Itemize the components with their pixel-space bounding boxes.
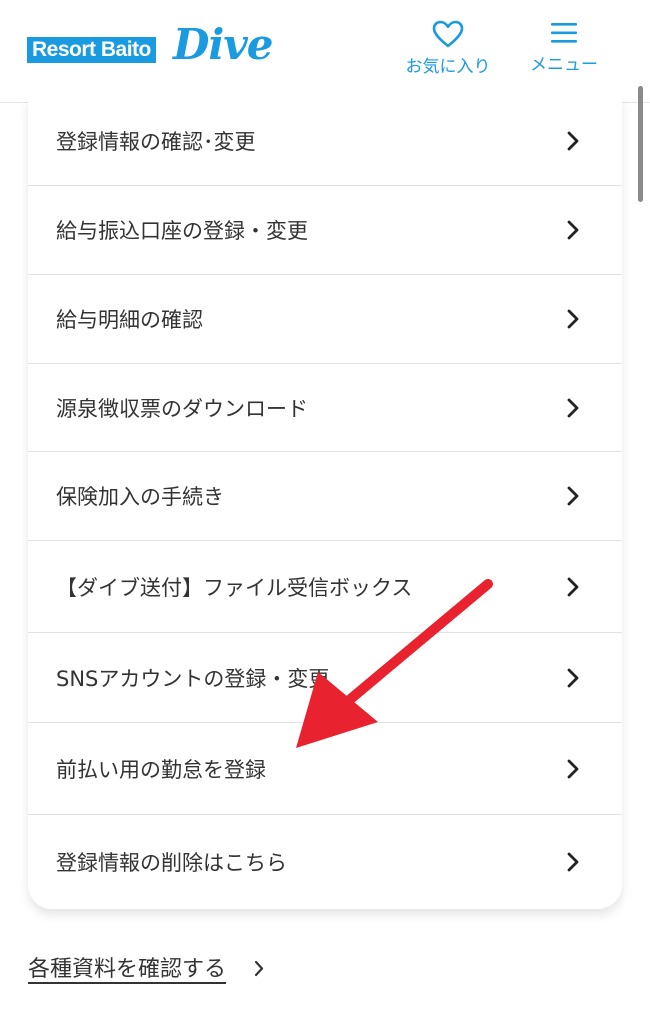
account-menu-card: 登録情報の確認･変更 給与振込口座の登録・変更 給与明細の確認 源泉徴収票のダウ… bbox=[28, 97, 622, 909]
menu-item-label: 前払い用の勤怠を登録 bbox=[56, 757, 266, 782]
menu-item-advance-attendance[interactable]: 前払い用の勤怠を登録 bbox=[28, 723, 622, 815]
menu-button[interactable]: メニュー bbox=[522, 20, 606, 75]
chevron-right-icon bbox=[567, 131, 579, 151]
chevron-right-icon bbox=[567, 852, 579, 872]
menu-item-bank-account[interactable]: 給与振込口座の登録・変更 bbox=[28, 186, 622, 275]
hamburger-icon bbox=[551, 23, 577, 43]
logo-wordmark: Resort Baito bbox=[27, 37, 156, 63]
chevron-right-icon bbox=[567, 668, 579, 687]
menu-item-label: 源泉徴収票のダウンロード bbox=[56, 396, 308, 421]
menu-item-label: SNSアカウントの登録・変更 bbox=[56, 666, 330, 691]
chevron-right-icon bbox=[567, 309, 579, 329]
heart-icon bbox=[432, 20, 464, 48]
chevron-right-icon bbox=[567, 759, 579, 778]
scrollbar-thumb[interactable] bbox=[638, 86, 643, 202]
favorites-label: お気に入り bbox=[405, 57, 491, 77]
app-header: Resort Baito Dive お気に入り メニュー bbox=[0, 0, 650, 103]
favorites-button[interactable]: お気に入り bbox=[398, 20, 498, 77]
menu-item-label: 給与明細の確認 bbox=[56, 308, 203, 332]
menu-item-label: 保険加入の手続き bbox=[56, 485, 224, 509]
menu-item-registration-info[interactable]: 登録情報の確認･変更 bbox=[28, 97, 622, 186]
menu-item-sns-account[interactable]: SNSアカウントの登録・変更 bbox=[28, 633, 622, 723]
chevron-right-icon bbox=[567, 577, 579, 596]
chevron-right-icon bbox=[254, 960, 264, 977]
menu-item-file-inbox[interactable]: 【ダイブ送付】ファイル受信ボックス bbox=[28, 541, 622, 633]
menu-item-label: 【ダイブ送付】ファイル受信ボックス bbox=[56, 575, 413, 600]
menu-label: メニュー bbox=[530, 55, 598, 75]
menu-item-label: 登録情報の削除はこちら bbox=[56, 851, 287, 875]
documents-link[interactable]: 各種資料を確認する bbox=[28, 951, 226, 983]
logo-script: Dive bbox=[173, 20, 274, 69]
menu-item-withholding-download[interactable]: 源泉徴収票のダウンロード bbox=[28, 364, 622, 452]
menu-item-label: 給与振込口座の登録・変更 bbox=[56, 219, 308, 243]
menu-item-payslip[interactable]: 給与明細の確認 bbox=[28, 275, 622, 364]
chevron-right-icon bbox=[567, 398, 579, 417]
menu-item-label: 登録情報の確認･変更 bbox=[56, 130, 256, 154]
menu-item-insurance[interactable]: 保険加入の手続き bbox=[28, 452, 622, 541]
chevron-right-icon bbox=[567, 486, 579, 506]
chevron-right-icon bbox=[567, 220, 579, 240]
menu-item-delete-registration[interactable]: 登録情報の削除はこちら bbox=[28, 815, 622, 909]
